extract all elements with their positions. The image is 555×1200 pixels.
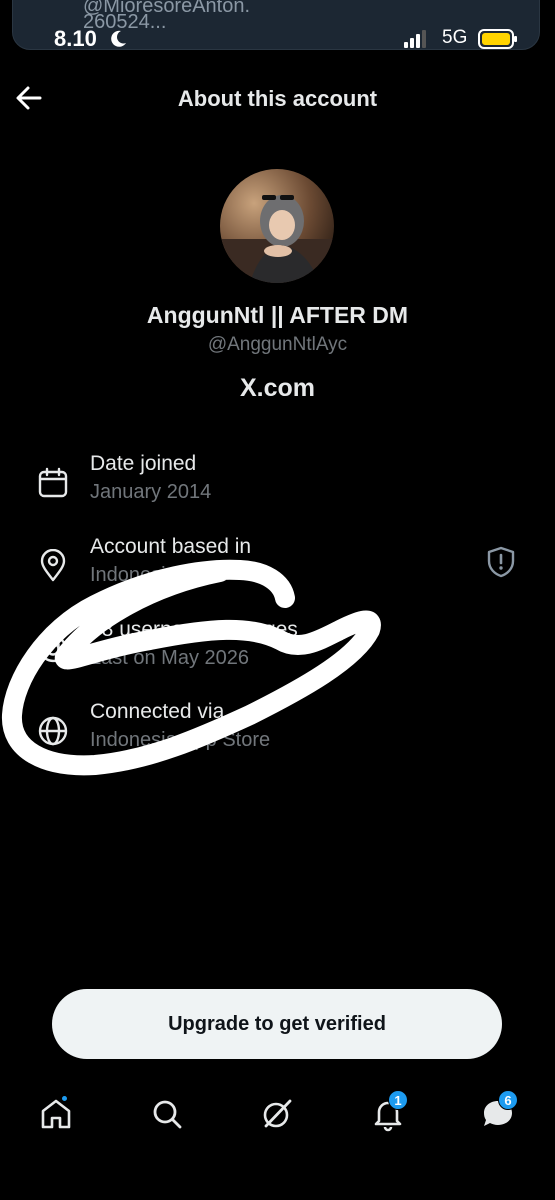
display-name: AnggunNtl || AFTER DM: [146, 302, 409, 328]
status-time: 8.10: [54, 26, 97, 51]
notification-badge: 1: [388, 1090, 408, 1110]
bottom-nav: 1 6: [0, 1090, 555, 1150]
info-row-account-based-in[interactable]: Account based in Indonesia: [0, 535, 555, 615]
search-icon: [153, 1100, 182, 1129]
row-title: Connected via: [90, 700, 225, 723]
avatar-image: [220, 169, 334, 283]
page-title: About this account: [177, 86, 378, 111]
network-type: 5G: [442, 27, 468, 48]
info-row-connected-via: Connected via Indonesia App Store: [0, 700, 555, 780]
user-handle: @AnggunNtlAyc: [207, 334, 348, 355]
battery-icon: [478, 29, 517, 49]
row-title: 88 username changes: [90, 618, 298, 641]
moon-icon: [111, 30, 126, 47]
row-title: Account based in: [90, 535, 252, 558]
calendar-icon: [38, 467, 68, 498]
location-pin-icon: [40, 549, 66, 582]
domain-label: X.com: [239, 374, 316, 402]
row-title: Date joined: [90, 452, 197, 475]
nav-home[interactable]: [38, 1094, 78, 1136]
row-subtitle: Indonesia: [90, 564, 177, 586]
nav-grok[interactable]: [259, 1096, 299, 1136]
shield-icon[interactable]: [486, 545, 516, 579]
row-subtitle: Last on May 2026: [90, 647, 249, 669]
row-subtitle: Indonesia App Store: [90, 729, 271, 751]
messages-badge: 6: [498, 1090, 518, 1110]
upgrade-button[interactable]: Upgrade to get verified: [52, 989, 502, 1059]
nav-messages[interactable]: 6: [480, 1090, 520, 1136]
row-subtitle: January 2014: [90, 481, 212, 503]
at-sign-icon: [39, 635, 67, 663]
home-notification-dot: [60, 1094, 69, 1103]
avatar[interactable]: [220, 169, 334, 283]
status-bar: 8.10 5G: [0, 24, 555, 56]
info-row-date-joined: Date joined January 2014: [0, 452, 555, 532]
globe-icon: [38, 716, 68, 746]
nav-notifications[interactable]: 1: [370, 1090, 410, 1136]
info-row-username-changes[interactable]: 88 username changes Last on May 2026: [0, 618, 555, 698]
nav-search[interactable]: [149, 1096, 189, 1136]
grok-icon: [263, 1099, 292, 1128]
signal-icon: [404, 30, 426, 48]
home-icon: [41, 1099, 71, 1129]
